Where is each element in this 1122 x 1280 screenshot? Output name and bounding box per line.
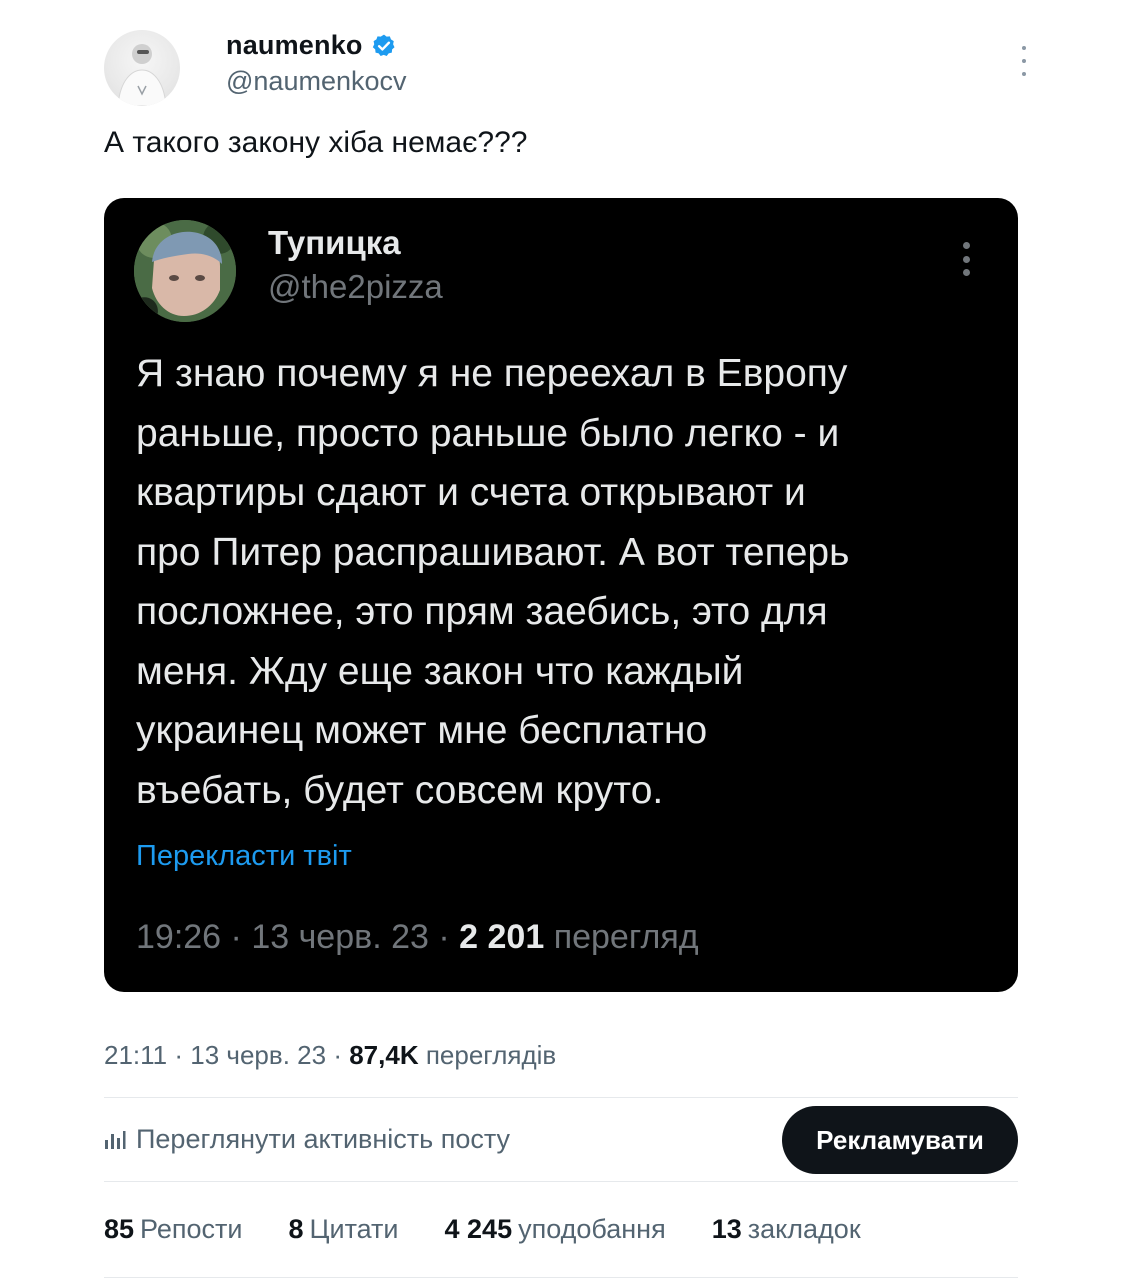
avatar-photo-icon <box>134 220 236 322</box>
divider <box>104 1277 1018 1278</box>
stat-quotes[interactable]: 8 Цитати <box>288 1214 398 1245</box>
analytics-bars-icon <box>105 1130 126 1149</box>
stat-label: закладок <box>747 1214 861 1244</box>
translate-tweet-link[interactable]: Перекласти твіт <box>136 840 352 873</box>
quoted-body-line: въебать, будет совсем круто. <box>136 768 664 812</box>
promote-button[interactable]: Рекламувати <box>782 1106 1018 1174</box>
quoted-body-line: раньше, просто раньше было легко - и <box>136 411 840 455</box>
quoted-more-options-icon[interactable] <box>954 242 978 276</box>
quoted-body-line: Я знаю почему я не переехал в Европу <box>136 352 848 395</box>
quoted-author-avatar[interactable] <box>134 220 236 322</box>
stat-count: 85 <box>104 1214 135 1244</box>
quoted-author-handle[interactable]: @the2pizza <box>268 268 443 306</box>
quoted-body-line: квартиры сдают и счета открывают и <box>136 471 806 514</box>
quoted-body-line: украинец может мне бесплатно <box>136 709 708 752</box>
author-name-text: naumenko <box>226 30 363 60</box>
quoted-body-line: меня. Жду еще закон что каждый <box>136 649 744 693</box>
stat-label: Цитати <box>309 1214 399 1244</box>
view-post-activity-link[interactable]: Переглянути активність посту <box>104 1124 510 1155</box>
author-display-name[interactable]: naumenko <box>226 30 397 61</box>
post-meta: 21:11 · 13 черв. 23 · 87,4K переглядів <box>104 1040 556 1071</box>
view-post-activity-label: Переглянути активність посту <box>136 1124 511 1154</box>
divider <box>104 1181 1018 1182</box>
separator: · <box>333 1040 342 1070</box>
avatar-photo-icon <box>117 44 167 106</box>
quoted-views-label: перегляд <box>553 918 699 956</box>
post-time[interactable]: 21:11 <box>104 1040 167 1070</box>
verified-badge-icon <box>372 34 395 56</box>
engagement-stats: 85 Репости 8 Цитати 4 245 уподобання 13 закл… <box>104 1214 861 1245</box>
stat-label: Репости <box>140 1214 243 1244</box>
post-views-label: переглядів <box>425 1040 557 1070</box>
post-date[interactable]: 13 черв. 23 <box>190 1040 326 1070</box>
stat-count: 4 245 <box>444 1214 513 1244</box>
stat-likes[interactable]: 4 245 уподобання <box>445 1214 666 1245</box>
quoted-tweet-body: Я знаю почему я не переехал в Европу ран… <box>136 344 996 820</box>
more-options-icon[interactable] <box>1010 46 1038 76</box>
separator: · <box>438 918 450 956</box>
divider <box>104 1097 1018 1098</box>
stat-reposts[interactable]: 85 Репости <box>104 1214 242 1245</box>
author-avatar[interactable] <box>104 30 180 106</box>
stat-bookmarks[interactable]: 13 закладок <box>712 1214 861 1245</box>
quoted-tweet-meta: 19:26 · 13 черв. 23 · 2 201 перегляд <box>136 918 699 957</box>
separator: · <box>230 918 242 956</box>
stat-count: 13 <box>711 1214 742 1244</box>
tweet-text: А такого закону хіба немає??? <box>104 126 528 159</box>
stat-count: 8 <box>288 1214 304 1244</box>
stat-label: уподобання <box>518 1214 666 1244</box>
quoted-views-count: 2 201 <box>459 918 545 956</box>
quoted-author-name[interactable]: Тупицка <box>268 224 401 262</box>
quoted-body-line: посложнее, это прям заебись, это для <box>136 590 828 633</box>
quoted-date[interactable]: 13 черв. 23 <box>251 918 429 956</box>
quoted-time[interactable]: 19:26 <box>136 918 221 956</box>
post-views-count: 87,4K <box>349 1040 419 1070</box>
quoted-body-line: про Питер распрашивают. А вот теперь <box>136 530 850 574</box>
author-handle[interactable]: @naumenkocv <box>226 66 407 97</box>
separator: · <box>174 1040 184 1070</box>
